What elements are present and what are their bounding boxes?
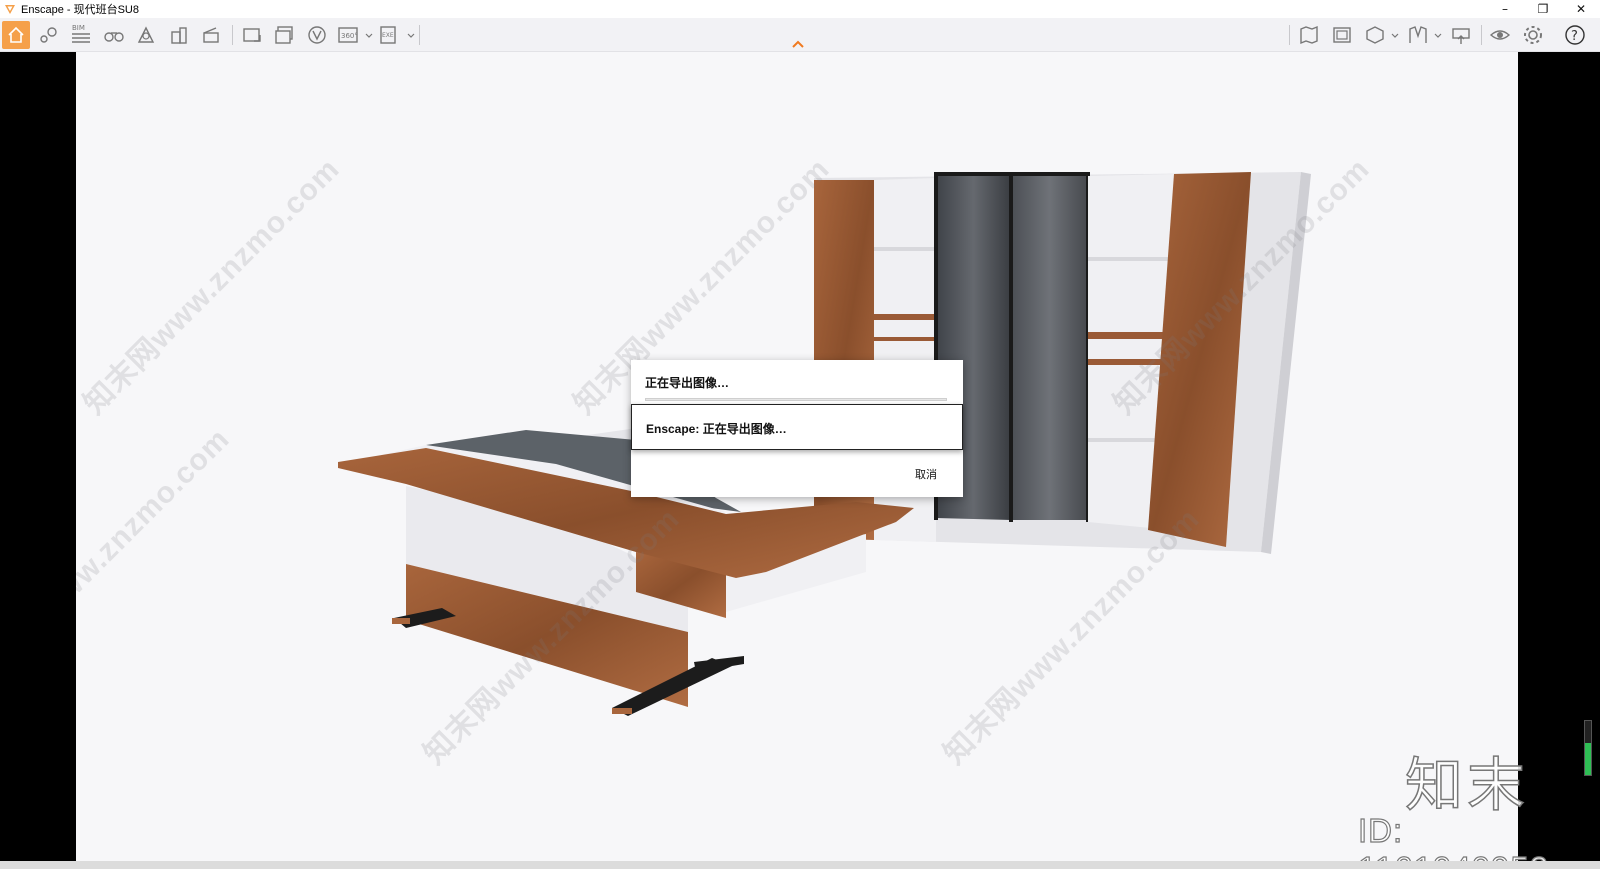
settings-icon — [1524, 26, 1542, 44]
brand-watermark: 知末 — [1404, 750, 1530, 820]
batch-render-button[interactable] — [270, 21, 298, 49]
map-button[interactable] — [1295, 21, 1323, 49]
atlas-icon — [137, 26, 155, 43]
upload-icon — [1452, 28, 1470, 44]
minimize-button[interactable]: – — [1486, 0, 1524, 18]
help-icon: ? — [1565, 25, 1585, 45]
toolbar-separator — [1289, 25, 1290, 45]
library-icon — [1409, 26, 1427, 43]
visual-settings-icon — [1489, 30, 1511, 40]
exe-export-button[interactable]: EXE — [376, 21, 404, 49]
exe-icon: EXE — [380, 26, 396, 44]
toolbar-separator — [1481, 25, 1482, 45]
collapse-toolbar-icon[interactable] — [790, 38, 806, 50]
gallery-icon — [1333, 27, 1351, 43]
views-button[interactable] — [35, 21, 63, 49]
gallery-button[interactable] — [1328, 21, 1356, 49]
screenshot-button[interactable] — [238, 21, 266, 49]
toolbar-separator — [419, 25, 420, 45]
chevron-down-icon[interactable] — [407, 32, 415, 40]
bim-icon: BIM — [72, 24, 90, 43]
building-button[interactable] — [165, 21, 193, 49]
asset-icon — [1366, 26, 1384, 44]
tooltip-text: Enscape: 正在导出图像… — [646, 422, 787, 436]
library-button[interactable] — [1404, 21, 1432, 49]
svg-text:?: ? — [1571, 29, 1578, 44]
level-meter-fill — [1585, 742, 1591, 775]
window-controls: – ❐ ✕ — [1486, 0, 1600, 18]
map-icon — [1300, 25, 1318, 45]
screenshot-icon — [243, 28, 261, 42]
dialog-tooltip: Enscape: 正在导出图像… — [631, 404, 963, 450]
panorama-icon — [308, 26, 326, 44]
video-editor-button[interactable] — [197, 21, 225, 49]
home-icon — [8, 26, 24, 43]
window-title: Enscape - 现代班台SU8 — [21, 4, 139, 16]
binoculars-icon — [104, 32, 124, 42]
visual-settings-button[interactable] — [1486, 21, 1514, 49]
asset-library-button[interactable] — [1361, 21, 1389, 49]
dialog-title: 正在导出图像… — [645, 376, 730, 390]
panorama-button[interactable] — [303, 21, 331, 49]
home-button[interactable] — [2, 21, 30, 49]
building-icon — [171, 27, 187, 44]
export-progress-bar — [645, 398, 947, 401]
atlas-button[interactable] — [132, 21, 160, 49]
clapper-icon — [203, 27, 219, 43]
cancel-button[interactable]: 取消 — [915, 466, 937, 482]
toolbar: BIM 360° EXE ? — [0, 18, 1600, 52]
title-bar: Enscape - 现代班台SU8 – ❐ ✕ — [0, 0, 1600, 18]
svg-text:EXE: EXE — [382, 32, 394, 39]
batch-render-icon — [275, 26, 293, 44]
taskbar-strip — [0, 861, 1600, 869]
glass-door-right — [1011, 174, 1088, 520]
export-progress-dialog: 正在导出图像… Enscape: 正在导出图像… 取消 — [631, 360, 963, 497]
chevron-down-icon[interactable] — [365, 32, 373, 40]
chevron-down-icon[interactable] — [1434, 32, 1442, 40]
360-export-button[interactable]: 360° — [335, 21, 363, 49]
upload-button[interactable] — [1447, 21, 1475, 49]
help-button[interactable]: ? — [1561, 21, 1589, 49]
close-button[interactable]: ✕ — [1562, 0, 1600, 18]
enscape-logo-icon — [5, 5, 15, 14]
level-meter — [1584, 720, 1592, 776]
svg-text:360°: 360° — [341, 32, 358, 40]
viewport-letterbox-left — [0, 52, 76, 869]
restore-button[interactable]: ❐ — [1524, 0, 1562, 18]
toolbar-separator — [232, 25, 233, 45]
location-icon — [40, 27, 57, 43]
360-icon: 360° — [338, 27, 358, 43]
svg-text:BIM: BIM — [72, 24, 85, 32]
chevron-down-icon[interactable] — [1391, 32, 1399, 40]
bim-button[interactable]: BIM — [67, 21, 95, 49]
walk-mode-button[interactable] — [100, 21, 128, 49]
settings-button[interactable] — [1519, 21, 1547, 49]
